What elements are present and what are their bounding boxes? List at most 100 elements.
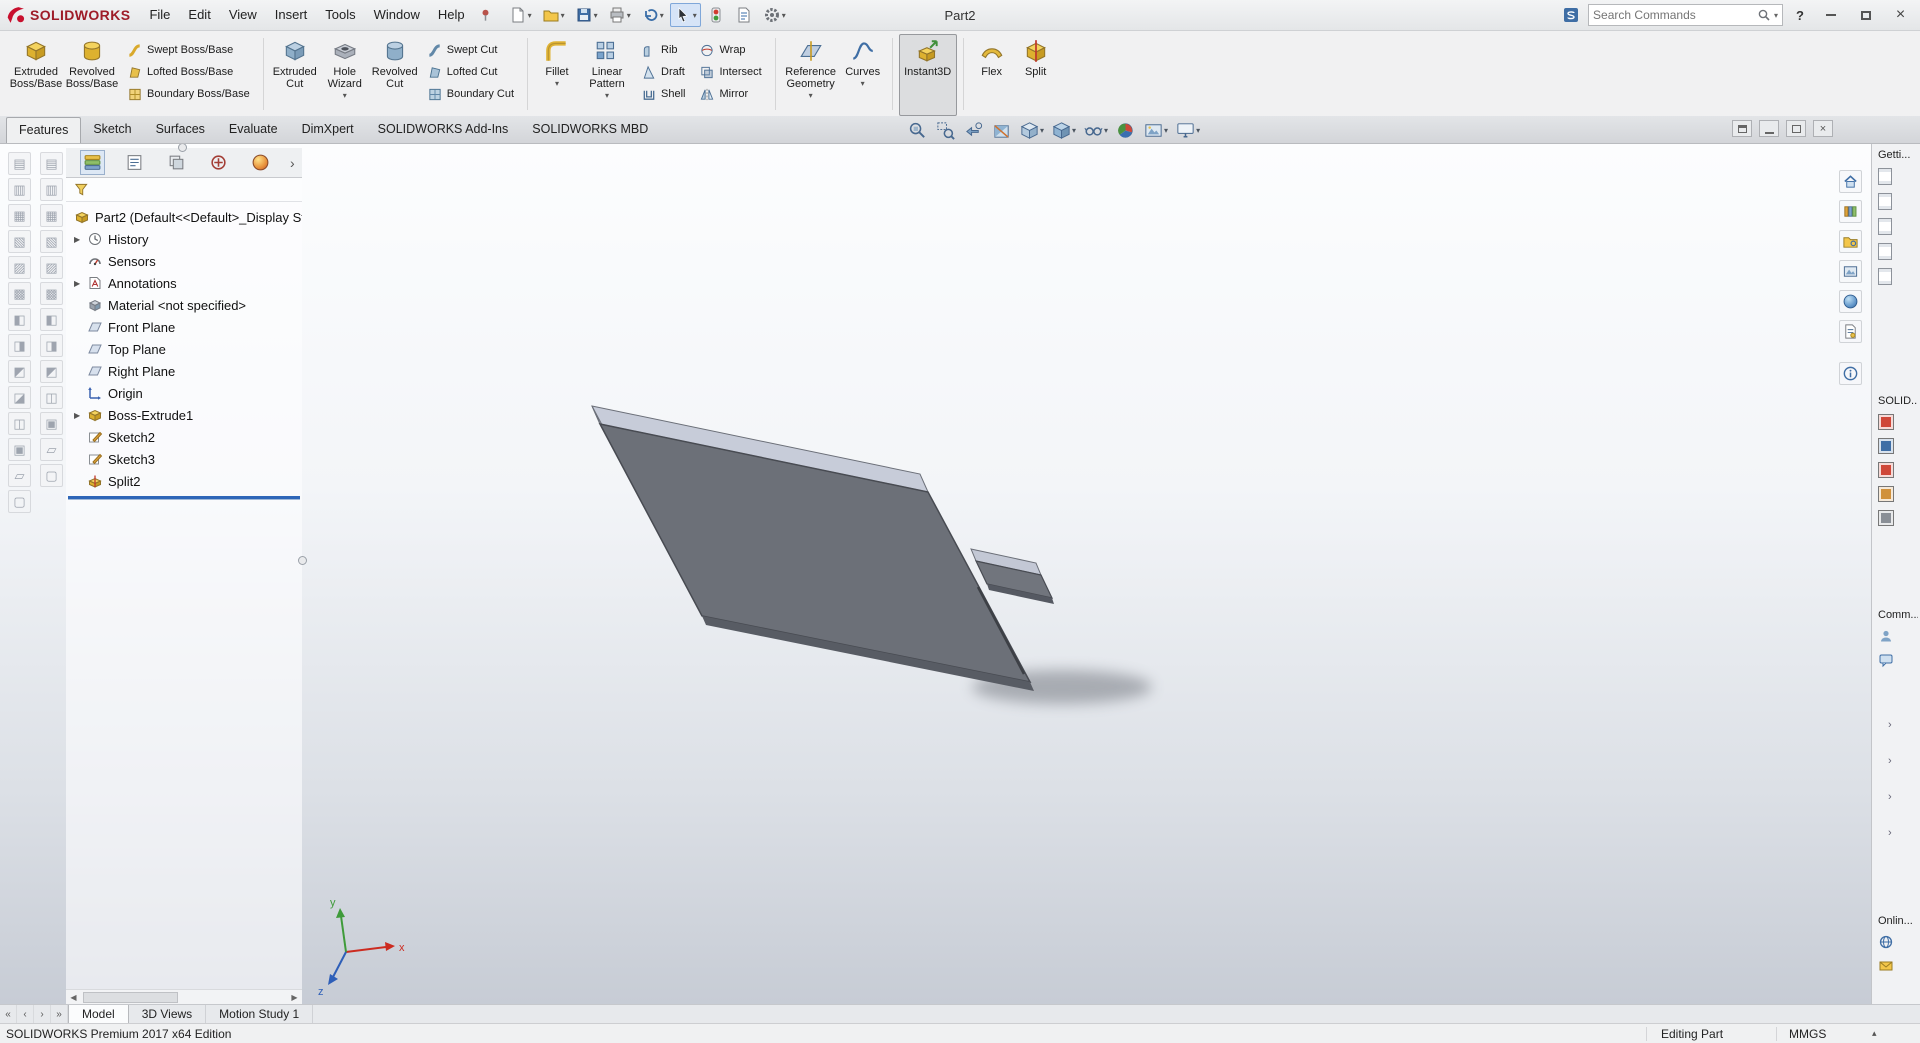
tab-dimxpert[interactable]: DimXpert: [290, 116, 366, 143]
toolbar-icon[interactable]: ▤: [8, 152, 31, 175]
doc-minimize-button[interactable]: [1759, 120, 1779, 137]
tree-item-annotations[interactable]: ▶ Annotations: [66, 272, 302, 294]
toolbar-icon[interactable]: ▩: [40, 282, 63, 305]
tab-view-palette[interactable]: [1839, 260, 1862, 283]
tree-item-sketch2[interactable]: Sketch2: [66, 426, 302, 448]
tool-link-icon[interactable]: [1878, 486, 1894, 502]
curves-caret-icon[interactable]: ▾: [861, 79, 865, 88]
tree-item-boss-extrude1[interactable]: ▶ Boss-Extrude1: [66, 404, 302, 426]
tree-item-split2[interactable]: Split2: [66, 470, 302, 492]
tab-featuremanager-tree[interactable]: [80, 150, 105, 175]
toolbar-icon[interactable]: ▥: [8, 178, 31, 201]
expand-arrow-icon[interactable]: ▶: [74, 411, 87, 420]
tab-evaluate[interactable]: Evaluate: [217, 116, 290, 143]
tab-info[interactable]: [1839, 362, 1862, 385]
rebuild-button[interactable]: [703, 3, 729, 27]
toolbar-icon[interactable]: ▦: [8, 204, 31, 227]
linear-pattern-button[interactable]: Linear Pattern ▾: [580, 34, 634, 116]
toolbar-icon[interactable]: ◨: [40, 334, 63, 357]
help-button[interactable]: ?: [1791, 8, 1809, 23]
undo-caret-icon[interactable]: ▾: [660, 11, 664, 20]
print-button[interactable]: ▾: [604, 3, 635, 27]
tab-scroll-last-button[interactable]: »: [51, 1005, 68, 1023]
tree-item-right-plane[interactable]: Right Plane: [66, 360, 302, 382]
globe-icon[interactable]: [1878, 934, 1894, 950]
curves-button[interactable]: Curves ▾: [840, 34, 886, 116]
toolbar-icon[interactable]: ▨: [40, 256, 63, 279]
toolbar-icon[interactable]: ▱: [8, 464, 31, 487]
tab-sketch[interactable]: Sketch: [81, 116, 143, 143]
menu-edit[interactable]: Edit: [179, 0, 219, 30]
intersect-button[interactable]: Intersect: [694, 61, 766, 83]
print-caret-icon[interactable]: ▾: [627, 11, 631, 20]
whats-new-link-icon[interactable]: [1878, 268, 1892, 285]
hole-wizard-button[interactable]: Hole Wizard ▾: [320, 34, 370, 116]
fillet-caret-icon[interactable]: ▾: [555, 79, 559, 88]
toolbar-icon[interactable]: ▦: [40, 204, 63, 227]
toolbar-icon[interactable]: ◪: [8, 386, 31, 409]
tree-item-front-plane[interactable]: Front Plane: [66, 316, 302, 338]
save-caret-icon[interactable]: ▾: [594, 11, 598, 20]
scroll-right-icon[interactable]: ▶: [287, 993, 302, 1002]
instant3d-button[interactable]: Instant3D: [898, 34, 957, 116]
link-chevron-icon[interactable]: ›: [1888, 755, 1892, 767]
tool-link-icon[interactable]: [1878, 414, 1894, 430]
mirror-button[interactable]: Mirror: [694, 83, 766, 105]
boundary-cut-button[interactable]: Boundary Cut: [422, 83, 519, 105]
toolbar-icon[interactable]: ▣: [8, 438, 31, 461]
undo-button[interactable]: ▾: [637, 3, 668, 27]
tool-link-icon[interactable]: [1878, 438, 1894, 454]
view-settings-button[interactable]: ▾: [1173, 118, 1202, 142]
expand-arrow-icon[interactable]: ▶: [74, 235, 87, 244]
extruded-boss-base-button[interactable]: Extruded Boss/Base: [8, 34, 64, 116]
section-view-button[interactable]: [989, 118, 1014, 142]
options-button[interactable]: ▾: [759, 3, 790, 27]
options-caret-icon[interactable]: ▾: [782, 11, 786, 20]
menu-window[interactable]: Window: [365, 0, 429, 30]
toolbar-icon[interactable]: ◧: [8, 308, 31, 331]
toolbar-icon[interactable]: ▧: [8, 230, 31, 253]
hole-wizard-caret-icon[interactable]: ▾: [343, 91, 347, 100]
tab-scroll-prev-button[interactable]: ‹: [17, 1005, 34, 1023]
tab-display-manager[interactable]: [248, 150, 273, 175]
split-button[interactable]: Split: [1014, 34, 1058, 116]
zoom-to-fit-button[interactable]: [905, 118, 930, 142]
subscription-icon[interactable]: [1878, 958, 1894, 974]
toolbar-icon[interactable]: ◫: [8, 412, 31, 435]
search-commands-input[interactable]: [1593, 8, 1755, 22]
tab-custom-properties[interactable]: [1839, 320, 1862, 343]
tree-root-part[interactable]: Part2 (Default<<Default>_Display State: [66, 206, 302, 228]
tree-item-sensors[interactable]: Sensors: [66, 250, 302, 272]
tab-surfaces[interactable]: Surfaces: [144, 116, 217, 143]
maximize-button[interactable]: [1852, 5, 1879, 25]
tab-features[interactable]: Features: [6, 117, 82, 143]
wrap-button[interactable]: Wrap: [694, 39, 766, 61]
menu-help[interactable]: Help: [429, 0, 474, 30]
previous-view-button[interactable]: [961, 118, 986, 142]
select-caret-icon[interactable]: ▾: [693, 11, 697, 20]
swept-cut-button[interactable]: Swept Cut: [422, 39, 519, 61]
menu-view[interactable]: View: [220, 0, 266, 30]
toolbar-icon[interactable]: ▨: [8, 256, 31, 279]
new-document-button[interactable]: ▾: [505, 3, 536, 27]
select-button[interactable]: ▾: [669, 3, 701, 27]
tree-item-material[interactable]: Material <not specified>: [66, 294, 302, 316]
toolbar-icon[interactable]: ◩: [8, 360, 31, 383]
scrollbar-thumb[interactable]: [83, 991, 178, 1003]
scroll-left-icon[interactable]: ◀: [66, 993, 81, 1002]
new-document-link-icon[interactable]: [1878, 168, 1892, 185]
file-properties-button[interactable]: [731, 3, 757, 27]
panel-splitter-handle[interactable]: [178, 143, 187, 152]
toolbar-icon[interactable]: ▱: [40, 438, 63, 461]
revolved-cut-button[interactable]: Revolved Cut: [370, 34, 420, 116]
menu-tools[interactable]: Tools: [316, 0, 364, 30]
tool-link-icon[interactable]: [1878, 462, 1894, 478]
tab-dimxpert-manager[interactable]: [206, 150, 231, 175]
boundary-boss-base-button[interactable]: Boundary Boss/Base: [122, 83, 255, 105]
tab-appearances-scenes[interactable]: [1839, 290, 1862, 313]
link-chevron-icon[interactable]: ›: [1888, 719, 1892, 731]
tree-item-origin[interactable]: Origin: [66, 382, 302, 404]
display-style-button[interactable]: ▾: [1049, 118, 1078, 142]
doc-close-button[interactable]: ×: [1813, 120, 1833, 137]
lofted-cut-button[interactable]: Lofted Cut: [422, 61, 519, 83]
